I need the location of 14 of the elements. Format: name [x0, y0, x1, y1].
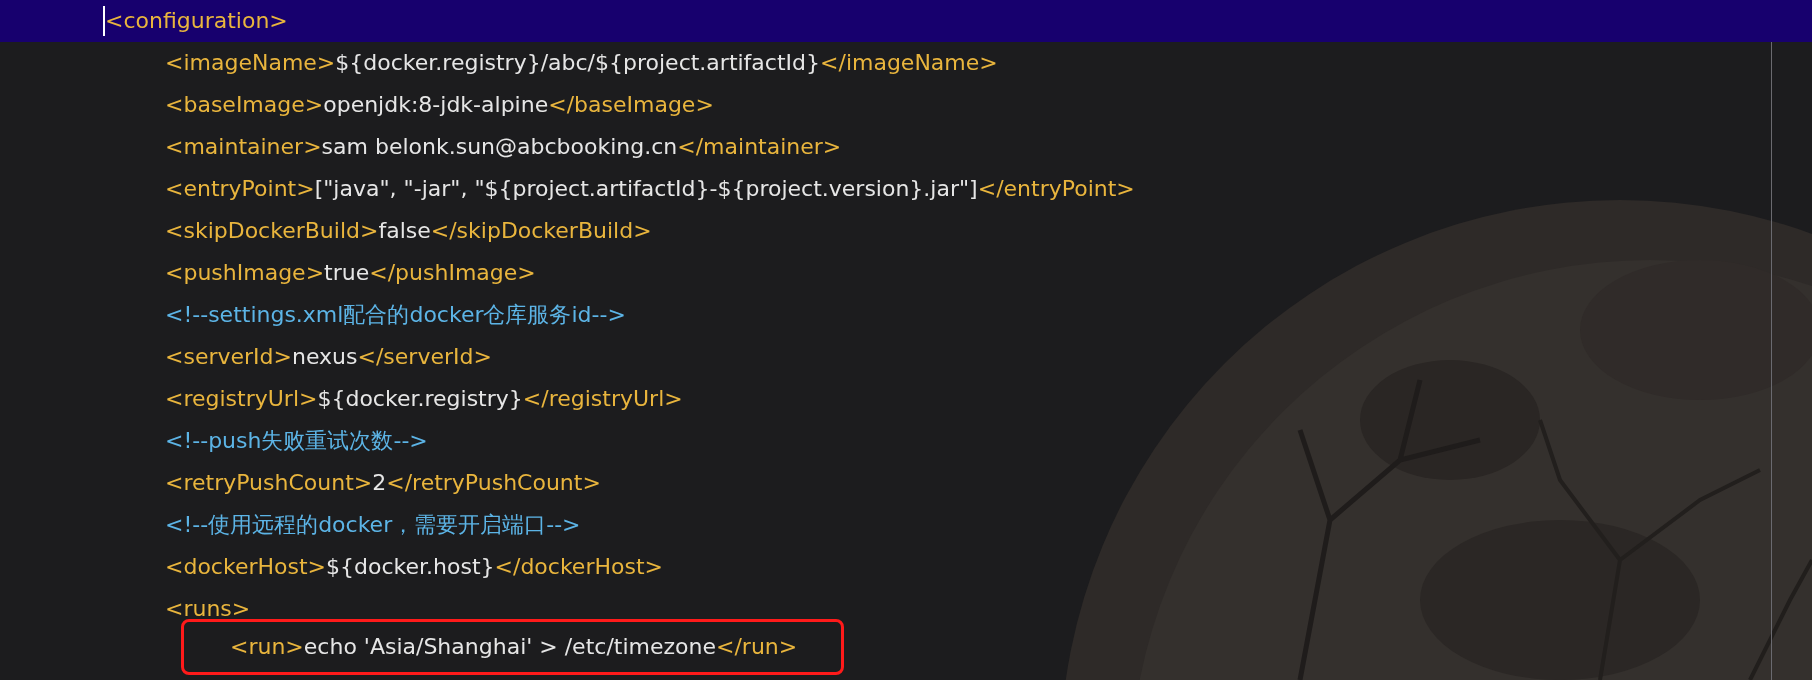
code-line: <skipDockerBuild>false</skipDockerBuild> [165, 217, 652, 245]
code-line: <!--push失败重试次数--> [165, 427, 428, 455]
code-line: <!--settings.xml配合的docker仓库服务id--> [165, 301, 626, 329]
code-line: <configuration> [103, 6, 288, 36]
code-line: <retryPushCount>2</retryPushCount> [165, 469, 601, 497]
code-line: <baseImage>openjdk:8-jdk-alpine</baseImage> [165, 91, 714, 119]
code-line: <maintainer>sam belonk.sun@abcbooking.cn</maintainer> [165, 133, 842, 161]
code-line: <imageName>${docker.registry}/abc/${project.artifactId}</imageName> [165, 49, 998, 77]
code-line: <registryUrl>${docker.registry}</registryUrl> [165, 385, 683, 413]
code-line: <serverId>nexus</serverId> [165, 343, 492, 371]
code-line: <!--使用远程的docker，需要开启端口--> [165, 511, 581, 539]
code-line: <entryPoint>["java", "-jar", "${project.artifactId}-${project.version}.jar"]</entryPoint> [165, 175, 1135, 203]
code-line: <pushImage>true</pushImage> [165, 259, 536, 287]
code-line: <dockerHost>${docker.host}</dockerHost> [165, 553, 663, 581]
